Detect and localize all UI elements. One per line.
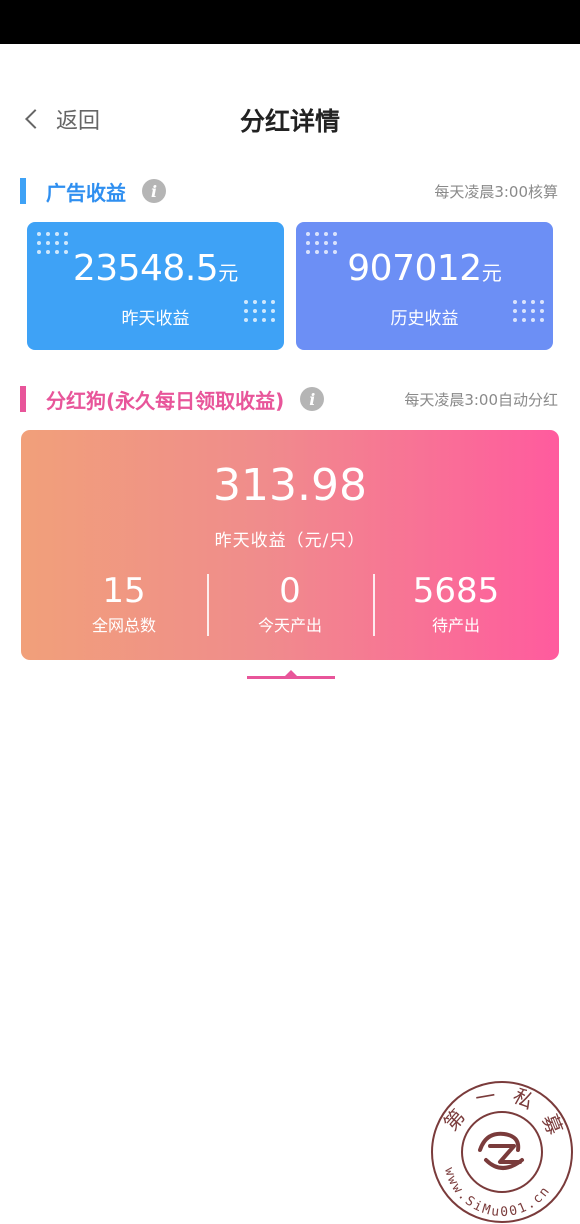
dividend-section-header: 分红狗(永久每日领取收益) i 每天凌晨3:00自动分红 [20, 382, 558, 416]
ad-section-note: 每天凌晨3:00核算 [434, 182, 558, 201]
history-revenue-label: 历史收益 [390, 309, 459, 329]
stat-value: 5685 [412, 571, 500, 611]
stat-label: 全网总数 [91, 616, 156, 635]
dividend-main-value: 313.98 [213, 460, 367, 511]
stat-pending: 5685 待产出 [373, 572, 539, 636]
stat-label: 今天产出 [257, 616, 322, 635]
watermark-logo: 第一私募 www.SiMu001.cn [431, 1081, 573, 1223]
stat-value: 0 [279, 571, 301, 611]
yesterday-revenue-value: 23548.5元 [72, 248, 239, 289]
dividend-card: 313.98 昨天收益（元/只） 15 全网总数 0 今天产出 5685 待产出 [21, 430, 559, 660]
status-bar [0, 0, 580, 44]
yesterday-revenue-card: 23548.5元 昨天收益 [27, 222, 284, 350]
section-accent-bar [20, 178, 26, 204]
section-accent-bar [20, 386, 26, 412]
yesterday-revenue-label: 昨天收益 [121, 309, 190, 329]
stat-label: 待产出 [431, 616, 480, 635]
ad-section-header: 广告收益 i 每天凌晨3:00核算 [20, 174, 558, 208]
dividend-main-label: 昨天收益（元/只） [214, 531, 366, 551]
dividend-section-title: 分红狗(永久每日领取收益) [46, 388, 285, 413]
ad-section-title: 广告收益 [46, 180, 126, 205]
stat-value: 15 [102, 571, 146, 611]
dividend-section-note: 每天凌晨3:00自动分红 [404, 390, 558, 409]
card-indicator-tip [285, 670, 297, 676]
card-indicator [247, 676, 335, 679]
history-revenue-card: 907012元 历史收益 [296, 222, 553, 350]
info-icon[interactable]: i [300, 387, 325, 411]
info-icon[interactable]: i [142, 179, 166, 203]
nav-bar: 返回 分红详情 [0, 88, 580, 148]
stat-today: 0 今天产出 [207, 572, 373, 636]
dividend-stats: 15 全网总数 0 今天产出 5685 待产出 [41, 572, 539, 636]
page-title: 分红详情 [239, 107, 340, 136]
stat-total: 15 全网总数 [41, 572, 207, 636]
history-revenue-value: 907012元 [347, 248, 502, 289]
